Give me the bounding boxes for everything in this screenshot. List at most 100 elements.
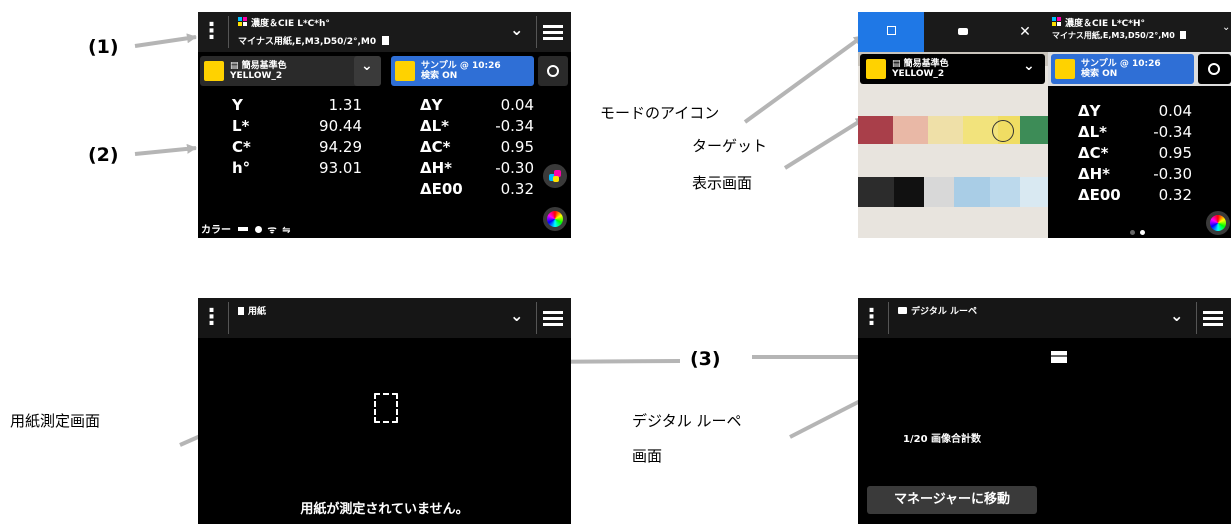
measure-target-button[interactable] bbox=[1198, 54, 1231, 84]
annotation-mode-icon: モードのアイコン bbox=[600, 104, 720, 122]
battery-icon bbox=[238, 227, 249, 231]
delta-label: ΔH* bbox=[1078, 165, 1111, 183]
color-measurement-screen: ⋮ 濃度＆CIE L*C*h° マイナス用紙,E,M3,D50/2°,M0 ⌄ … bbox=[198, 12, 571, 238]
kebab-menu-icon[interactable]: ⋮ bbox=[198, 12, 225, 52]
library-icon: ▤ bbox=[230, 61, 242, 71]
sample-search-status: 検索 ON bbox=[421, 71, 458, 81]
delta-label: ΔL* bbox=[420, 117, 450, 135]
sample-search-status: 検索 ON bbox=[1081, 69, 1118, 79]
chevron-down-icon[interactable]: ⌄ bbox=[1222, 22, 1230, 33]
reference-swatch bbox=[866, 59, 886, 79]
measurement-label: L* bbox=[232, 117, 250, 135]
page-indicator-dot-active[interactable] bbox=[1140, 230, 1145, 235]
delta-value: -0.34 bbox=[495, 117, 534, 135]
measurement-value: 90.44 bbox=[319, 117, 362, 135]
delta-value: 0.95 bbox=[1158, 144, 1192, 162]
status-bar: カラー ᯤ ⇋ bbox=[201, 221, 290, 236]
mode-title: 濃度＆CIE L*C*H° bbox=[1065, 19, 1146, 29]
delta-label: ΔC* bbox=[1078, 144, 1109, 162]
swatches-icon bbox=[549, 170, 561, 182]
color-wheel-icon bbox=[1210, 215, 1226, 231]
kebab-menu-icon[interactable]: ⋮ bbox=[858, 298, 885, 338]
delta-value: 0.04 bbox=[500, 96, 534, 114]
sample-time: サンプル @ 10:26 bbox=[421, 61, 501, 71]
reference-label: ▤ 簡易基準色 bbox=[230, 61, 287, 71]
chevron-down-icon[interactable]: ⌄ bbox=[510, 20, 523, 39]
hamburger-menu-icon[interactable] bbox=[543, 311, 563, 326]
close-button[interactable]: ✕ bbox=[1002, 12, 1048, 52]
measurement-value: 1.31 bbox=[328, 96, 362, 114]
color-wheel-button[interactable] bbox=[1206, 211, 1230, 235]
reference-label: ▤ 簡易基準色 bbox=[892, 59, 949, 69]
delta-value: -0.30 bbox=[1153, 165, 1192, 183]
wifi-icon: ᯤ bbox=[267, 225, 277, 236]
color-mode-icon bbox=[238, 17, 247, 26]
square-icon bbox=[886, 26, 896, 35]
delta-label: ΔH* bbox=[420, 159, 453, 177]
reference-swatch bbox=[204, 61, 224, 81]
color-patch-row bbox=[858, 116, 1048, 144]
color-swatches-button[interactable] bbox=[543, 164, 567, 188]
delta-value: -0.30 bbox=[495, 159, 534, 177]
camera-icon bbox=[898, 307, 907, 314]
document-icon bbox=[238, 307, 244, 315]
document-icon bbox=[382, 36, 390, 45]
mode-title: 濃度＆CIE L*C*h° bbox=[251, 19, 330, 29]
annotation-target-line2: 表示画面 bbox=[692, 174, 753, 192]
mode-title: デジタル ルーペ bbox=[898, 304, 977, 317]
page-indicator-dot[interactable] bbox=[1130, 230, 1135, 235]
digital-loupe-screen: ⋮ デジタル ルーペ ⌄ 1/20 画像合計数 マネージャーに移動 bbox=[858, 298, 1231, 524]
target-icon bbox=[1208, 63, 1220, 75]
reference-dropdown-button[interactable]: ⌄ bbox=[354, 56, 381, 86]
chevron-down-icon: ⌄ bbox=[361, 58, 373, 74]
delta-label: ΔY bbox=[1078, 102, 1101, 120]
paper-measurement-screen: ⋮ 用紙 ⌄ 用紙が測定されていません。 bbox=[198, 298, 571, 524]
reference-name: YELLOW_2 bbox=[230, 71, 283, 81]
mode-subtitle: マイナス用紙,E,M3,D50/2°,M0 bbox=[1052, 30, 1186, 41]
document-icon bbox=[1179, 31, 1186, 39]
sample-box[interactable]: サンプル @ 10:26 検索 ON bbox=[391, 56, 534, 86]
delta-value: 0.32 bbox=[1158, 186, 1192, 204]
go-to-manager-button[interactable]: マネージャーに移動 bbox=[867, 486, 1037, 514]
annotation-target-line1: ターゲット bbox=[692, 137, 768, 155]
delta-value: 0.95 bbox=[500, 138, 534, 156]
reference-color-box[interactable]: ▤ 簡易基準色 YELLOW_2 ⌄ bbox=[860, 54, 1045, 84]
tab-camera[interactable] bbox=[924, 12, 1002, 52]
color-wheel-button[interactable] bbox=[543, 207, 567, 231]
paper-status-message: 用紙が測定されていません。 bbox=[300, 502, 469, 517]
measurement-value: 94.29 bbox=[319, 138, 362, 156]
color-wheel-icon bbox=[547, 211, 563, 227]
delta-value: 0.32 bbox=[500, 180, 534, 198]
delta-label: ΔL* bbox=[1078, 123, 1108, 141]
reference-name: YELLOW_2 bbox=[892, 69, 945, 79]
kebab-menu-icon[interactable]: ⋮ bbox=[198, 298, 225, 338]
hamburger-menu-icon[interactable] bbox=[543, 25, 563, 40]
header-bar: ⋮ 濃度＆CIE L*C*h° マイナス用紙,E,M3,D50/2°,M0 ⌄ bbox=[198, 12, 571, 52]
usb-icon: ⇋ bbox=[282, 225, 291, 236]
measurement-label: Y bbox=[232, 96, 243, 114]
status-label: カラー bbox=[201, 225, 231, 236]
sample-box[interactable]: サンプル @ 10:26 検索 ON bbox=[1051, 54, 1194, 84]
annotation-label-2: (2) bbox=[88, 144, 119, 166]
target-view-screen: ✕ 濃度＆CIE L*C*H° マイナス用紙,E,M3,D50/2°,M0 ⌄ … bbox=[858, 12, 1231, 238]
target-reticle[interactable] bbox=[992, 120, 1014, 142]
hamburger-menu-icon[interactable] bbox=[1203, 311, 1223, 326]
mode-title: 用紙 bbox=[238, 304, 266, 317]
chevron-down-icon[interactable]: ⌄ bbox=[1170, 306, 1183, 325]
delta-value: 0.04 bbox=[1158, 102, 1192, 120]
empty-paper-icon bbox=[374, 393, 398, 423]
annotation-label-3: (3) bbox=[690, 348, 721, 370]
measure-target-button[interactable] bbox=[538, 56, 568, 86]
tab-target-view[interactable] bbox=[858, 12, 924, 52]
chevron-down-icon[interactable]: ⌄ bbox=[1023, 58, 1035, 74]
delta-value: -0.34 bbox=[1153, 123, 1192, 141]
annotation-label-1: (1) bbox=[88, 36, 119, 58]
delta-label: ΔC* bbox=[420, 138, 451, 156]
mode-subtitle: マイナス用紙,E,M3,D50/2°,M0 bbox=[238, 34, 390, 47]
chevron-down-icon[interactable]: ⌄ bbox=[510, 306, 523, 325]
header-bar: 濃度＆CIE L*C*H° マイナス用紙,E,M3,D50/2°,M0 ⌄ bbox=[1048, 12, 1231, 52]
delta-label: ΔY bbox=[420, 96, 443, 114]
mode-tabs: ✕ bbox=[858, 12, 1048, 52]
annotation-paper-screen: 用紙測定画面 bbox=[10, 412, 101, 430]
library-icon: ▤ bbox=[892, 59, 904, 69]
